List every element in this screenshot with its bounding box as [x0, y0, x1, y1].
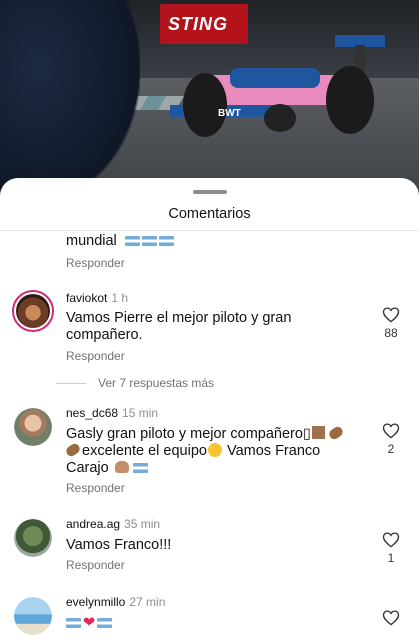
like-count: 1 — [387, 551, 395, 565]
avatar-image — [14, 408, 52, 446]
comment-meta: nes_dc68 15 min — [66, 406, 158, 420]
heart-outline-icon — [382, 423, 400, 439]
comment-line-1: Gasly gran piloto y mejor compañero▯ — [66, 426, 311, 442]
comment-text: Gasly gran piloto y mejor compañero▯ exc… — [64, 424, 366, 477]
comment-text: Vamos Pierre el mejor piloto y gran comp… — [66, 310, 292, 343]
comment-line-2: excelente el equipo — [82, 443, 207, 459]
photo-person-silhouette — [0, 0, 140, 200]
like-button[interactable] — [381, 422, 401, 439]
comment-line-3: Carajo — [66, 460, 109, 476]
avatar[interactable] — [12, 290, 54, 332]
argentina-flag-icon — [66, 618, 81, 628]
like-count: 88 — [384, 326, 398, 340]
reply-button[interactable]: Responder — [66, 481, 125, 495]
argentina-flag-icon — [97, 618, 113, 628]
peanut-icon — [64, 441, 82, 459]
avatar-image — [16, 294, 50, 328]
like-button[interactable] — [381, 531, 401, 548]
reply-button[interactable]: Responder — [66, 558, 125, 572]
comment-meta: faviokot 1 h — [66, 291, 128, 305]
comment-text: mundial — [66, 233, 328, 250]
reply-button[interactable]: Responder — [66, 256, 125, 270]
peanut-icon — [327, 424, 345, 442]
avatar[interactable] — [14, 597, 52, 635]
comment-text-body: mundial — [66, 233, 117, 249]
sheet-title: Comentarios — [168, 206, 251, 222]
comment-text: Vamos Franco!!! — [66, 537, 172, 553]
view-more-replies-button[interactable]: Ver 7 respuestas más — [98, 376, 214, 390]
argentina-flag-icon — [124, 236, 140, 246]
avatar[interactable] — [14, 408, 52, 446]
comment-meta: andrea.ag 35 min — [66, 517, 160, 531]
race-car-image: BWT — [170, 35, 385, 137]
comment-time: 1 h — [111, 291, 129, 305]
like-count: 2 — [387, 442, 395, 456]
svg-text:BWT: BWT — [218, 108, 241, 119]
argentina-flag-icon — [158, 236, 174, 246]
comment-username[interactable]: nes_dc68 — [66, 406, 118, 420]
comment-text: ❤ — [66, 615, 328, 632]
avatar-image — [14, 597, 52, 635]
comment-username[interactable]: andrea.ag — [66, 517, 120, 531]
like-button[interactable] — [381, 609, 401, 626]
comment-line-2b: Vamos Franco — [222, 443, 321, 459]
smiling-face-icon — [207, 443, 222, 457]
comment-time: 27 min — [129, 595, 166, 609]
avatar-image — [14, 519, 52, 557]
replies-divider-line — [56, 383, 86, 384]
comment-time: 35 min — [124, 517, 161, 531]
reply-button[interactable]: Responder — [66, 349, 125, 363]
flexed-biceps-icon — [114, 461, 129, 473]
heart-outline-icon — [382, 307, 400, 323]
post-media-background: STING BWT — [0, 0, 419, 200]
heart-outline-icon — [382, 532, 400, 548]
brown-square-icon — [311, 426, 325, 439]
heart-outline-icon — [382, 610, 400, 626]
argentina-flag-icon — [132, 463, 148, 473]
comment-meta: evelynmillo 27 min — [66, 595, 165, 609]
drag-handle[interactable] — [193, 190, 227, 194]
red-heart-icon: ❤ — [83, 615, 96, 631]
argentina-flag-icon — [141, 236, 157, 246]
avatar[interactable] — [14, 519, 52, 557]
comment-time: 15 min — [122, 406, 159, 420]
comments-sheet: Comentarios mundial Responder faviokot 1 … — [0, 178, 419, 639]
comment-username[interactable]: evelynmillo — [66, 595, 125, 609]
like-button[interactable] — [381, 306, 401, 323]
comment-username[interactable]: faviokot — [66, 291, 107, 305]
sheet-divider — [0, 230, 419, 231]
